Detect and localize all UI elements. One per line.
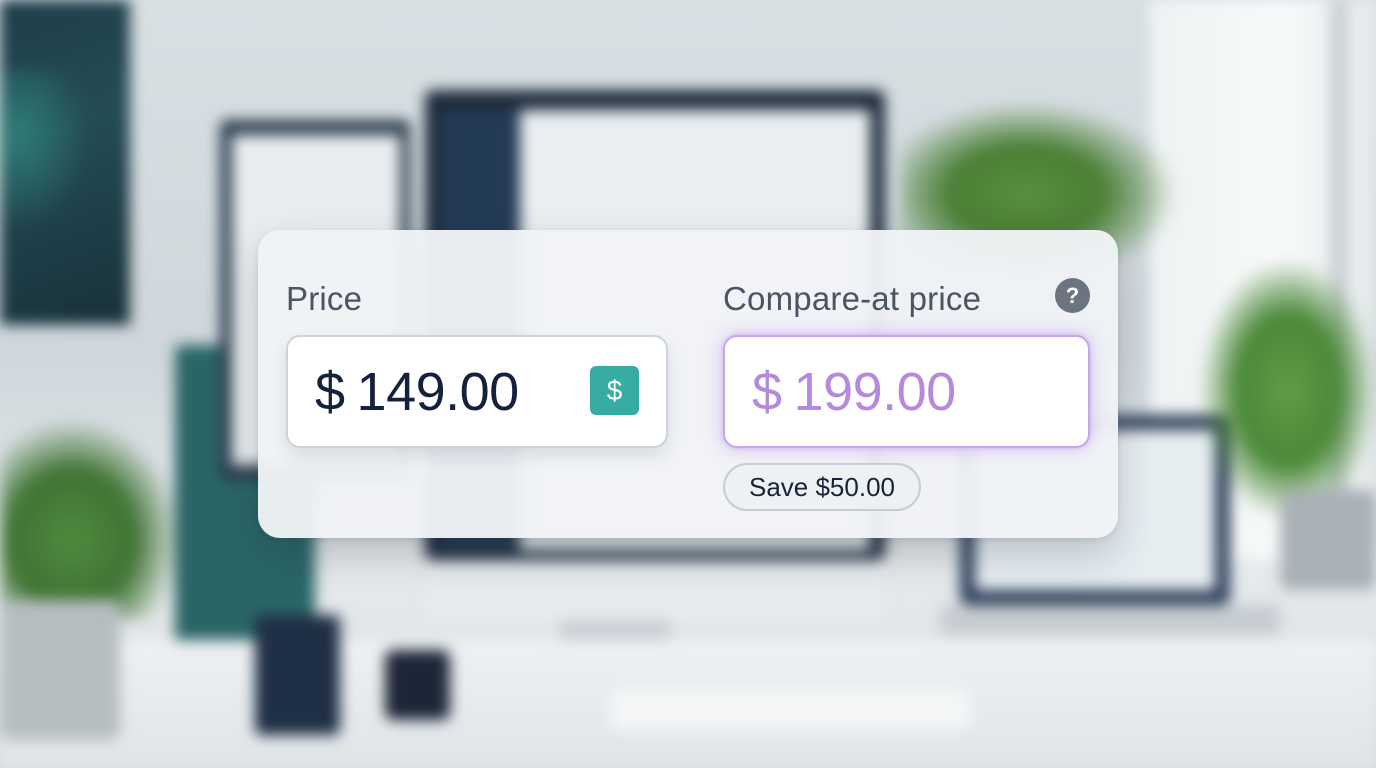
savings-badge: Save $50.00 [723, 463, 921, 511]
price-input[interactable]: $149.00 $ [286, 335, 668, 448]
pot-right [1280, 490, 1376, 590]
compare-amount: 199.00 [793, 361, 957, 422]
compare-at-price-input[interactable]: $199.00 [723, 335, 1090, 448]
compare-currency-symbol: $ [752, 361, 782, 422]
wall-art-accent [0, 70, 90, 230]
pricing-card: Price $149.00 $ Compare-at price ? $199.… [258, 230, 1118, 538]
price-currency-symbol: $ [315, 361, 345, 422]
pot-left [0, 600, 120, 740]
plant-right [1200, 260, 1376, 520]
question-icon[interactable]: ? [1055, 278, 1090, 313]
pen-cup [255, 615, 340, 735]
price-label: Price [286, 280, 363, 317]
compare-at-price-value: $199.00 [752, 361, 956, 423]
monitor-main-chin [425, 560, 885, 620]
laptop-base [940, 605, 1280, 635]
plant-left [0, 420, 180, 620]
price-value: $149.00 [315, 361, 519, 423]
dollar-icon[interactable]: $ [590, 366, 639, 415]
keyboard [610, 690, 970, 730]
mug [385, 650, 450, 720]
compare-at-price-label: Compare-at price [723, 280, 982, 317]
price-amount: 149.00 [356, 361, 520, 422]
